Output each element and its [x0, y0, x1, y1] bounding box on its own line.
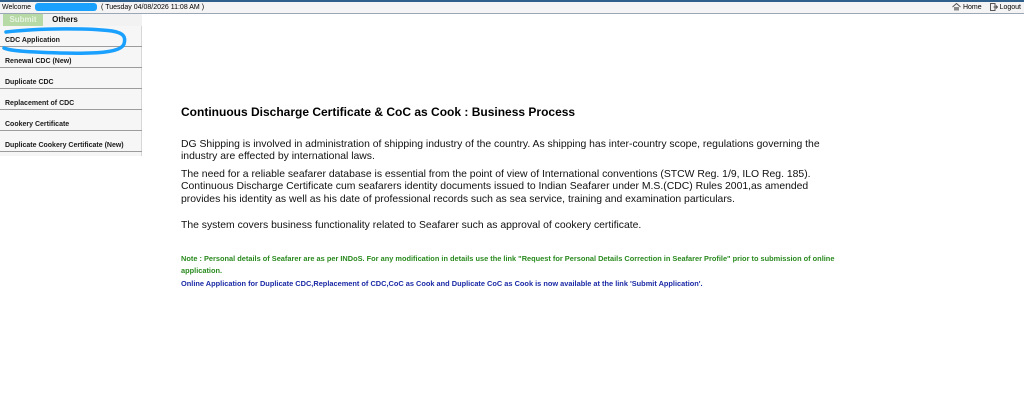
welcome-area: Welcome ( Tuesday 04/08/2026 11:08 AM ) [2, 3, 204, 13]
logout-icon [989, 3, 998, 12]
sidebar-item-duplicate-cookery-certificate[interactable]: Duplicate Cookery Certificate (New) [0, 131, 142, 152]
logout-link[interactable]: Logout [989, 3, 1021, 12]
logout-label: Logout [999, 4, 1021, 11]
tab-bar: Submit Others [0, 14, 142, 26]
top-links: Home Logout [946, 3, 1021, 13]
sidebar-item-replacement-cdc[interactable]: Replacement of CDC [0, 89, 142, 110]
page-title: Continuous Discharge Certificate & CoC a… [181, 105, 576, 119]
sidebar: CDC Application Renewal CDC (New) Duplic… [0, 26, 142, 156]
intro-paragraph: DG Shipping is involved in administratio… [181, 139, 820, 163]
system-paragraph: The system covers business functionality… [181, 220, 642, 231]
home-link[interactable]: Home [952, 3, 984, 11]
sidebar-item-duplicate-cdc[interactable]: Duplicate CDC [0, 68, 142, 89]
home-label: Home [962, 4, 982, 11]
sidebar-item-renewal-cdc[interactable]: Renewal CDC (New) [0, 47, 142, 68]
redacted-username [35, 3, 98, 12]
home-icon [952, 3, 961, 11]
tab-submit[interactable]: Submit [3, 14, 43, 26]
top-bar: Welcome ( Tuesday 04/08/2026 11:08 AM ) H… [0, 0, 1024, 14]
database-paragraph: The need for a reliable seafarer databas… [181, 169, 811, 205]
online-application-notice: Online Application for Duplicate CDC,Rep… [181, 279, 703, 288]
personal-details-note: Note : Personal details of Seafarer are … [181, 254, 835, 275]
welcome-label: Welcome [2, 4, 32, 11]
datetime-text: ( Tuesday 04/08/2026 11:08 AM ) [101, 4, 205, 11]
tab-others[interactable]: Others [46, 14, 84, 26]
top-accent-line [0, 0, 1024, 2]
sidebar-item-cdc-application[interactable]: CDC Application [0, 26, 142, 47]
sidebar-item-cookery-certificate[interactable]: Cookery Certificate [0, 110, 142, 131]
